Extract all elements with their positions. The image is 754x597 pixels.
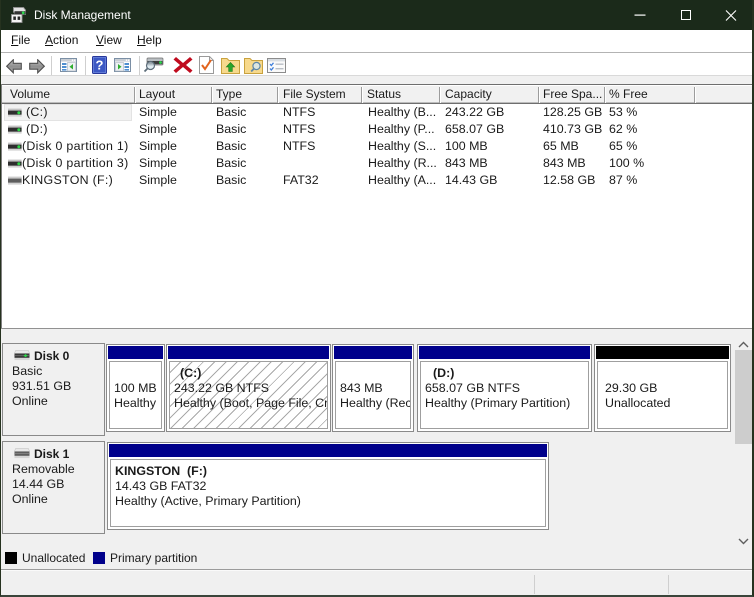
svg-text:?: ? (96, 58, 104, 73)
